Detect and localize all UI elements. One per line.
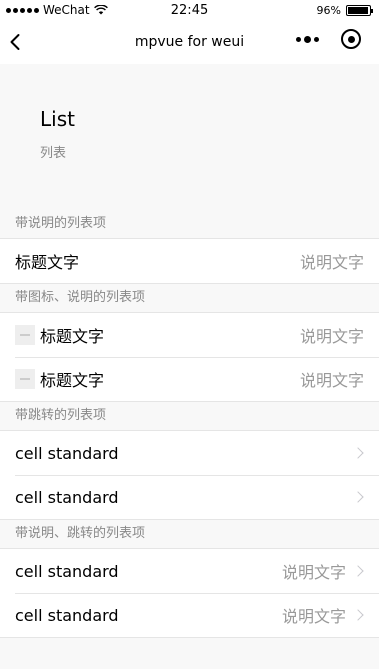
group-title: 带说明的列表项: [15, 216, 107, 231]
placeholder-image-icon: [15, 369, 35, 389]
nav-bar: mpvue for weui: [0, 20, 379, 64]
more-icon[interactable]: [296, 35, 319, 43]
cell-label: cell standard: [15, 605, 119, 625]
carrier-label: WeChat: [43, 3, 90, 17]
group-title: 带图标、说明的列表项: [15, 290, 146, 305]
close-mini-program-icon[interactable]: [341, 29, 361, 49]
cell-group: cell standard 说明文字 cell standard 说明文字: [0, 548, 379, 638]
wifi-icon: [93, 5, 108, 15]
cell-value: 说明文字: [281, 607, 346, 626]
list-item[interactable]: 标题文字 说明文字: [0, 313, 379, 357]
cell-group: cell standard cell standard: [0, 430, 379, 520]
battery-icon: [346, 4, 373, 16]
signal-icon: [6, 7, 39, 13]
page-title: List: [40, 107, 75, 131]
cell-label: cell standard: [15, 443, 119, 463]
list-item-link[interactable]: cell standard 说明文字: [0, 549, 379, 593]
status-left: WeChat: [6, 3, 108, 17]
chevron-right-icon: [352, 447, 364, 459]
list-item[interactable]: 标题文字 说明文字: [0, 239, 379, 283]
back-arrow-icon: [10, 34, 20, 50]
chevron-right-icon: [352, 609, 364, 621]
cell-value: 说明文字: [299, 371, 364, 390]
placeholder-image-icon: [15, 325, 35, 345]
page-desc: 列表: [40, 146, 67, 161]
list-item-link[interactable]: cell standard: [0, 431, 379, 475]
cell-label: 标题文字: [40, 327, 105, 346]
list-item-link[interactable]: cell standard: [0, 475, 379, 519]
group-title: 带说明、跳转的列表项: [15, 526, 146, 541]
list-item[interactable]: 标题文字 说明文字: [0, 357, 379, 401]
status-bar: WeChat 22:45 96%: [0, 0, 379, 20]
cell-group: 标题文字 说明文字: [0, 238, 379, 284]
cell-value: 说明文字: [299, 253, 364, 272]
chevron-right-icon: [352, 491, 364, 503]
capsule-menu: [296, 29, 361, 49]
page-header: List 列表: [0, 64, 379, 210]
cell-label: 标题文字: [15, 253, 80, 272]
cell-group: 标题文字 说明文字 标题文字 说明文字: [0, 312, 379, 402]
group-title: 带跳转的列表项: [15, 408, 107, 423]
back-button[interactable]: [0, 20, 30, 64]
cell-label: cell standard: [15, 487, 119, 507]
cell-label: cell standard: [15, 561, 119, 581]
cell-value: 说明文字: [299, 327, 364, 346]
list-item-link[interactable]: cell standard 说明文字: [0, 593, 379, 637]
battery-percent: 96%: [316, 3, 341, 17]
cell-label: 标题文字: [40, 371, 105, 390]
chevron-right-icon: [352, 565, 364, 577]
cell-value: 说明文字: [281, 563, 346, 582]
battery-fill: [348, 6, 369, 14]
status-right: 96%: [316, 3, 373, 17]
